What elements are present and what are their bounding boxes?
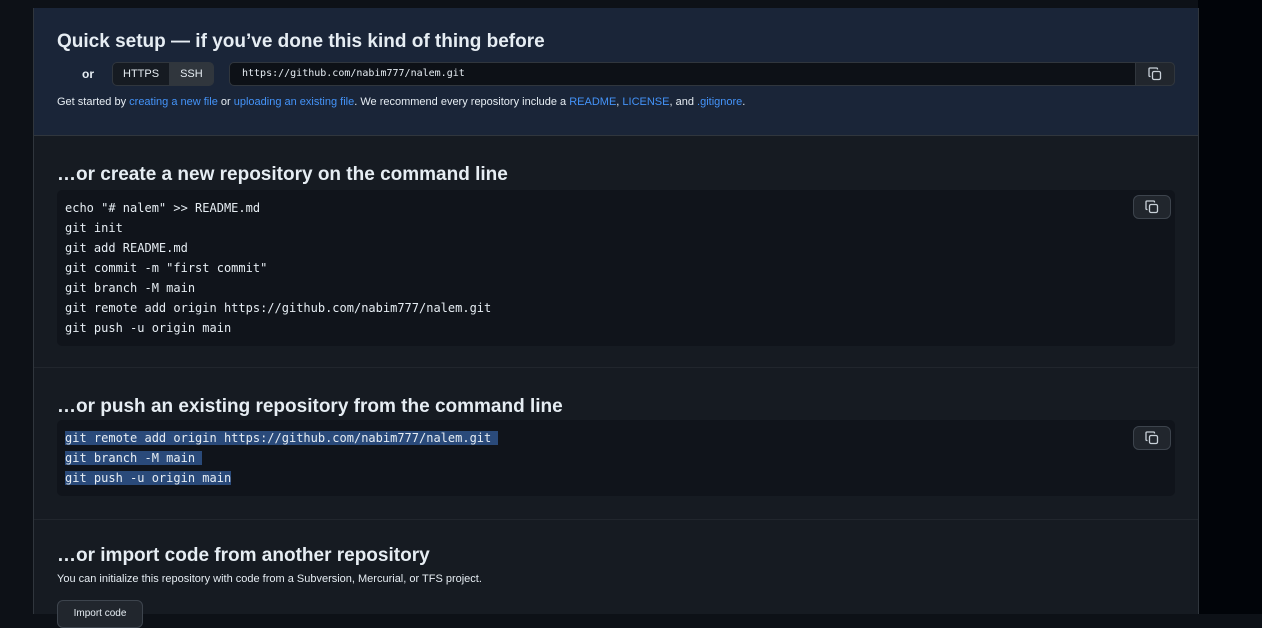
code-line: git commit -m "first commit"	[65, 261, 268, 275]
top-strip	[0, 0, 1198, 8]
copy-new-repo-button[interactable]	[1133, 195, 1171, 219]
ssh-button[interactable]: SSH	[170, 62, 214, 86]
code-line: git remote add origin https://github.com…	[65, 428, 1167, 448]
upload-file-link[interactable]: uploading an existing file	[234, 96, 354, 108]
code-line: git init	[65, 221, 123, 235]
https-button[interactable]: HTTPS	[112, 62, 171, 86]
license-link[interactable]: LICENSE	[622, 96, 669, 108]
selected-code: git branch -M main	[65, 451, 203, 465]
or-label: or	[82, 67, 94, 81]
code-line: git branch -M main	[65, 448, 1167, 468]
clone-url-input[interactable]: https://github.com/nabim777/nalem.git	[229, 62, 1175, 86]
selected-code: git push -u origin main	[65, 471, 232, 485]
desc-text: , and	[669, 96, 698, 108]
copy-icon	[1148, 67, 1162, 81]
new-repo-code-block[interactable]: echo "# nalem" >> README.md git init git…	[57, 190, 1175, 346]
create-new-file-link[interactable]: creating a new file	[129, 96, 218, 108]
code-line: echo "# nalem" >> README.md	[65, 201, 261, 215]
import-title: …or import code from another repository	[57, 545, 430, 566]
push-existing-code-block[interactable]: git remote add origin https://github.com…	[57, 420, 1175, 496]
new-repo-section: …or create a new repository on the comma…	[34, 136, 1198, 368]
desc-text: . We recommend every repository include …	[354, 96, 570, 108]
code-line: git push -u origin main	[65, 321, 232, 335]
new-repo-title: …or create a new repository on the comma…	[57, 164, 508, 185]
import-description: You can initialize this repository with …	[57, 573, 482, 585]
readme-link[interactable]: README	[569, 96, 616, 108]
selected-code: git remote add origin https://github.com…	[65, 431, 499, 445]
code-line: git add README.md	[65, 241, 188, 255]
desc-text: .	[742, 96, 746, 108]
code-line: git push -u origin main	[65, 468, 1167, 488]
copy-url-button[interactable]	[1135, 62, 1175, 86]
desc-text: or	[217, 96, 234, 108]
copy-icon	[1145, 200, 1159, 214]
quick-setup-description: Get started by creating a new file or up…	[57, 96, 745, 108]
right-gutter	[1198, 0, 1262, 614]
gitignore-link[interactable]: .gitignore	[697, 96, 742, 108]
protocol-toggle: HTTPS SSH	[112, 62, 214, 86]
code-line: git remote add origin https://github.com…	[65, 301, 492, 315]
import-code-button[interactable]: Import code	[57, 600, 143, 628]
quick-setup-panel: Quick setup — if you’ve done this kind o…	[34, 8, 1198, 136]
copy-icon	[1145, 431, 1159, 445]
push-existing-title: …or push an existing repository from the…	[57, 396, 563, 417]
code-line: git branch -M main	[65, 281, 196, 295]
repo-setup-container: Quick setup — if you’ve done this kind o…	[33, 8, 1199, 628]
desc-text: Get started by	[57, 96, 130, 108]
push-existing-section: …or push an existing repository from the…	[34, 368, 1198, 520]
quick-setup-title: Quick setup — if you’ve done this kind o…	[57, 31, 545, 52]
copy-push-existing-button[interactable]	[1133, 426, 1171, 450]
